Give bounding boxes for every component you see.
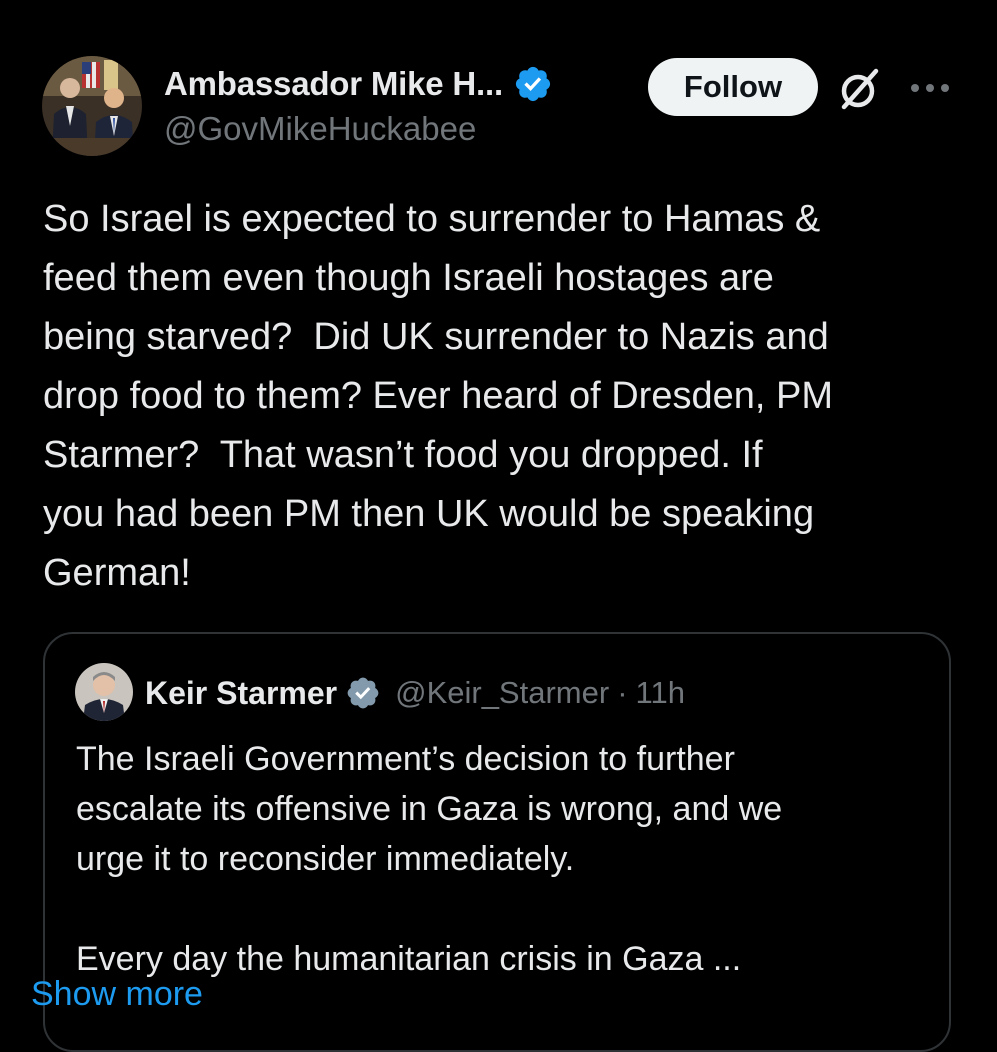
quote-separator: · — [617, 675, 628, 710]
tweet[interactable]: Ambassador Mike H... @GovMikeHuckabee Fo… — [0, 0, 997, 1052]
verified-badge-icon[interactable] — [513, 64, 553, 104]
grok-icon[interactable] — [836, 65, 884, 113]
tweet-text: So Israel is expected to surrender to Ha… — [43, 198, 833, 594]
author-handle[interactable]: @GovMikeHuckabee — [164, 110, 476, 148]
author-avatar[interactable] — [42, 56, 142, 156]
quote-author-handle: @Keir_Starmer — [395, 675, 610, 710]
quote-author-name[interactable]: Keir Starmer — [145, 675, 337, 712]
author-display-name[interactable]: Ambassador Mike H... — [164, 65, 503, 103]
more-icon[interactable] — [908, 78, 952, 98]
quote-author-avatar[interactable] — [75, 663, 133, 721]
show-more-link[interactable]: Show more — [31, 975, 203, 1014]
quote-text: The Israeli Government’s decision to fur… — [76, 740, 783, 978]
verified-gray-badge-icon — [345, 675, 381, 711]
quote-author-row[interactable]: Keir Starmer @Keir_Starmer · 11h — [145, 670, 685, 716]
quote-timestamp[interactable]: 11h — [636, 675, 685, 711]
follow-button[interactable]: Follow — [648, 58, 818, 116]
author-name-row[interactable]: Ambassador Mike H... — [164, 60, 553, 108]
